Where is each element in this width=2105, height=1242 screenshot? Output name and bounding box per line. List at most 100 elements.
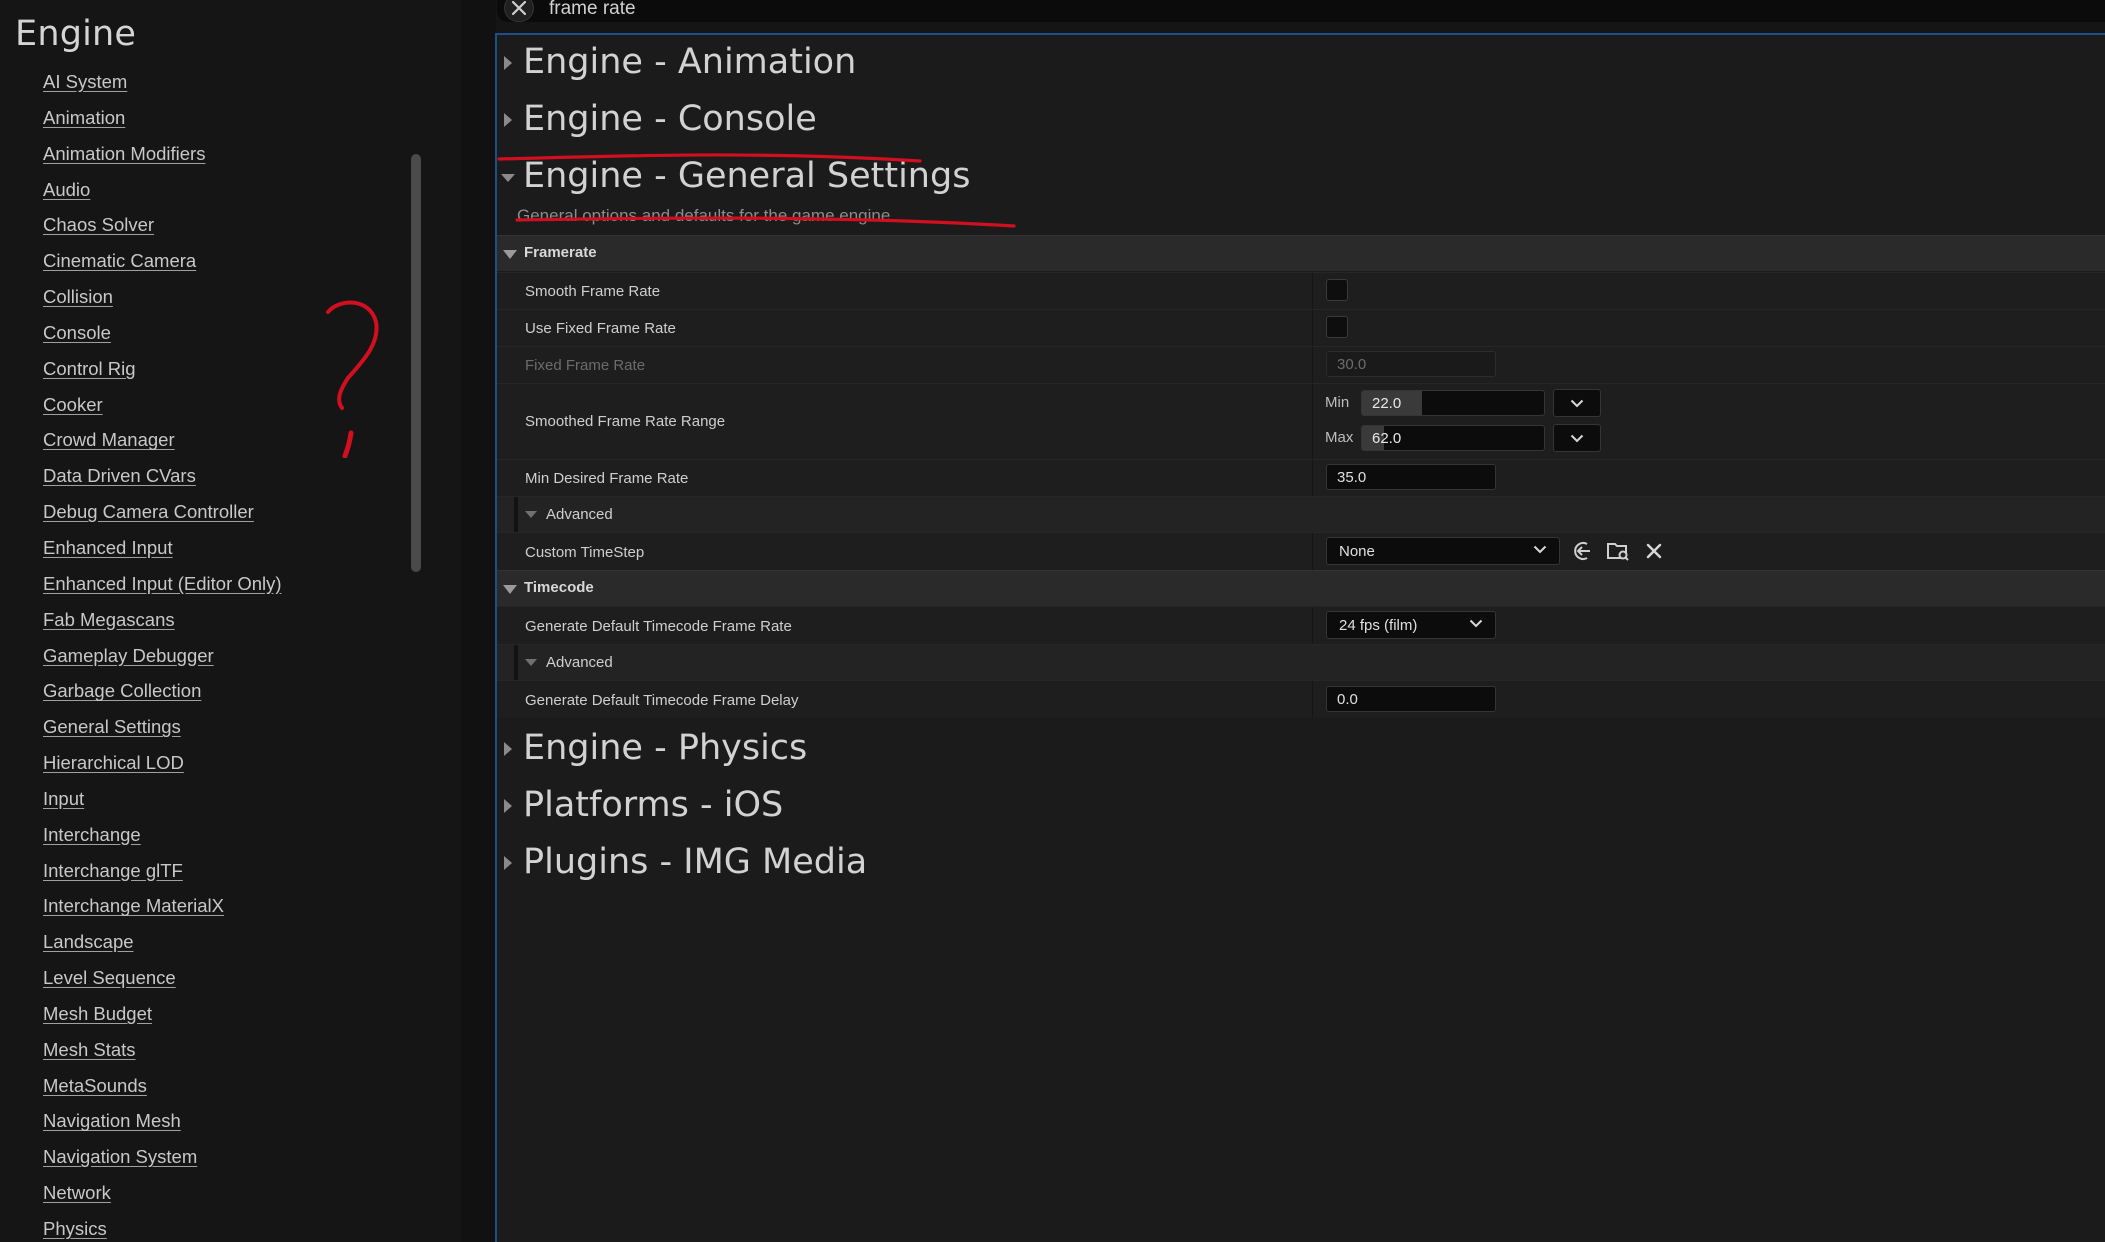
folder-search-icon <box>1607 543 1629 561</box>
property-label: Generate Default Timecode Frame Rate <box>525 618 792 635</box>
sidebar-item-level-sequence[interactable]: Level Sequence <box>43 965 282 1001</box>
indent-bar <box>514 497 518 533</box>
use-selected-asset-button[interactable] <box>1570 538 1596 564</box>
column-splitter[interactable] <box>1312 273 1313 309</box>
sidebar-item-control-rig[interactable]: Control Rig <box>43 356 282 392</box>
sidebar-item-chaos-solver[interactable]: Chaos Solver <box>43 212 282 248</box>
use-fixed-frame-rate-checkbox[interactable] <box>1326 316 1348 338</box>
arrow-left-circle-icon <box>1574 542 1590 560</box>
custom-timestep-combo[interactable]: None <box>1326 537 1560 565</box>
default-timecode-frame-delay-field[interactable]: 0.0 <box>1326 686 1496 712</box>
browse-asset-button[interactable] <box>1605 538 1631 564</box>
range-max-field[interactable]: 62.0 <box>1361 425 1545 451</box>
column-splitter[interactable] <box>1312 310 1313 346</box>
sidebar-item-cooker[interactable]: Cooker <box>43 392 282 428</box>
sidebar-item-interchange-gltf[interactable]: Interchange glTF <box>43 858 282 894</box>
framerate-advanced-toggle[interactable]: Advanced <box>497 496 2105 533</box>
sidebar-item-mesh-budget[interactable]: Mesh Budget <box>43 1001 282 1037</box>
default-timecode-frame-rate-combo[interactable]: 24 fps (film) <box>1326 611 1496 639</box>
sidebar-item-enhanced-input-editor[interactable]: Enhanced Input (Editor Only) <box>43 571 282 607</box>
sidebar-item-crowd-manager[interactable]: Crowd Manager <box>43 427 282 463</box>
sidebar-item-navigation-mesh[interactable]: Navigation Mesh <box>43 1108 282 1144</box>
column-splitter[interactable] <box>1312 533 1313 570</box>
category-engine-animation[interactable]: Engine - Animation <box>497 36 2105 90</box>
category-plugins-img-media[interactable]: Plugins - IMG Media <box>497 836 2105 890</box>
search-bar[interactable] <box>497 0 2105 22</box>
range-min-dropdown-button[interactable] <box>1553 389 1601 417</box>
sidebar-item-animation-modifiers[interactable]: Animation Modifiers <box>43 141 282 177</box>
sidebar-scrollbar[interactable] <box>411 154 421 572</box>
section-label: Timecode <box>524 579 594 596</box>
clear-asset-button[interactable] <box>1641 538 1667 564</box>
question-mark-annotation <box>326 300 379 458</box>
range-max-dropdown-button[interactable] <box>1553 424 1601 452</box>
sidebar-item-cinematic-camera[interactable]: Cinematic Camera <box>43 248 282 284</box>
sidebar-item-garbage-collection[interactable]: Garbage Collection <box>43 678 282 714</box>
category-title: Engine - General Settings <box>523 156 971 196</box>
column-splitter[interactable] <box>1312 384 1313 459</box>
sidebar-item-data-driven-cvars[interactable]: Data Driven CVars <box>43 463 282 499</box>
column-splitter[interactable] <box>1312 681 1313 718</box>
sidebar-item-gameplay-debugger[interactable]: Gameplay Debugger <box>43 643 282 679</box>
collapse-arrow-icon <box>503 250 517 259</box>
category-title: Plugins - IMG Media <box>523 842 868 882</box>
sidebar-item-network[interactable]: Network <box>43 1180 282 1216</box>
fixed-frame-rate-field: 30.0 <box>1326 351 1496 377</box>
sidebar-item-metasounds[interactable]: MetaSounds <box>43 1073 282 1109</box>
sidebar-item-collision[interactable]: Collision <box>43 284 282 320</box>
sidebar-item-ai-system[interactable]: AI System <box>43 69 282 105</box>
min-desired-frame-rate-field[interactable]: 35.0 <box>1326 464 1496 490</box>
sidebar-item-enhanced-input[interactable]: Enhanced Input <box>43 535 282 571</box>
sidebar-item-navigation-system[interactable]: Navigation System <box>43 1144 282 1180</box>
section-timecode[interactable]: Timecode <box>497 570 2105 606</box>
category-engine-physics[interactable]: Engine - Physics <box>497 722 2105 776</box>
category-platforms-ios[interactable]: Platforms - iOS <box>497 779 2105 833</box>
sidebar-item-landscape[interactable]: Landscape <box>43 929 282 965</box>
sidebar-item-fab-megascans[interactable]: Fab Megascans <box>43 607 282 643</box>
chevron-down-icon <box>1570 434 1584 442</box>
expand-arrow-icon <box>504 856 512 870</box>
sidebar-list: AI System Animation Animation Modifiers … <box>43 69 282 1242</box>
range-min-field[interactable]: 22.0 <box>1361 390 1545 416</box>
sidebar-item-mesh-stats[interactable]: Mesh Stats <box>43 1037 282 1073</box>
sidebar-item-audio[interactable]: Audio <box>43 177 282 213</box>
sidebar-item-interchange-materialx[interactable]: Interchange MaterialX <box>43 893 282 929</box>
section-framerate[interactable]: Framerate <box>497 235 2105 271</box>
advanced-label: Advanced <box>546 654 613 671</box>
category-title: Engine - Physics <box>523 728 808 768</box>
sidebar-item-interchange[interactable]: Interchange <box>43 822 282 858</box>
column-splitter[interactable] <box>1312 347 1313 383</box>
chevron-down-icon <box>1533 545 1547 554</box>
property-label: Smoothed Frame Rate Range <box>525 413 726 430</box>
sidebar-item-physics[interactable]: Physics <box>43 1216 282 1242</box>
property-label: Use Fixed Frame Rate <box>525 320 676 337</box>
property-label: Min Desired Frame Rate <box>525 470 689 487</box>
smooth-frame-rate-checkbox[interactable] <box>1326 279 1348 301</box>
column-splitter[interactable] <box>1312 460 1313 496</box>
sidebar-title: Engine <box>15 14 137 54</box>
section-label: Framerate <box>524 244 597 261</box>
search-input[interactable]: frame rate <box>549 0 636 20</box>
sidebar-item-input[interactable]: Input <box>43 786 282 822</box>
range-max-value: 62.0 <box>1372 430 1402 447</box>
column-splitter[interactable] <box>1312 607 1313 644</box>
indent-bar <box>514 645 518 681</box>
row-custom-timestep: Custom TimeStep <box>497 532 2105 570</box>
sidebar-item-hierarchical-lod[interactable]: Hierarchical LOD <box>43 750 282 786</box>
sidebar-item-general-settings[interactable]: General Settings <box>43 714 282 750</box>
sidebar-item-debug-camera-controller[interactable]: Debug Camera Controller <box>43 499 282 535</box>
sidebar-item-console[interactable]: Console <box>43 320 282 356</box>
expand-arrow-icon <box>504 742 512 756</box>
category-engine-general-settings[interactable]: Engine - General Settings <box>497 150 2105 204</box>
property-label: Fixed Frame Rate <box>525 357 646 374</box>
combo-value: 24 fps (film) <box>1339 617 1418 634</box>
range-min-label: Min <box>1325 394 1350 411</box>
row-use-fixed-frame-rate: Use Fixed Frame Rate <box>497 309 2105 346</box>
sidebar-item-animation[interactable]: Animation <box>43 105 282 141</box>
row-fixed-frame-rate: Fixed Frame Rate <box>497 346 2105 383</box>
row-default-timecode-frame-rate: Generate Default Timecode Frame Rate <box>497 606 2105 644</box>
range-max-label: Max <box>1325 429 1354 446</box>
timecode-advanced-toggle[interactable]: Advanced <box>497 644 2105 681</box>
category-engine-console[interactable]: Engine - Console <box>497 93 2105 147</box>
panel-divider[interactable] <box>461 0 496 1242</box>
